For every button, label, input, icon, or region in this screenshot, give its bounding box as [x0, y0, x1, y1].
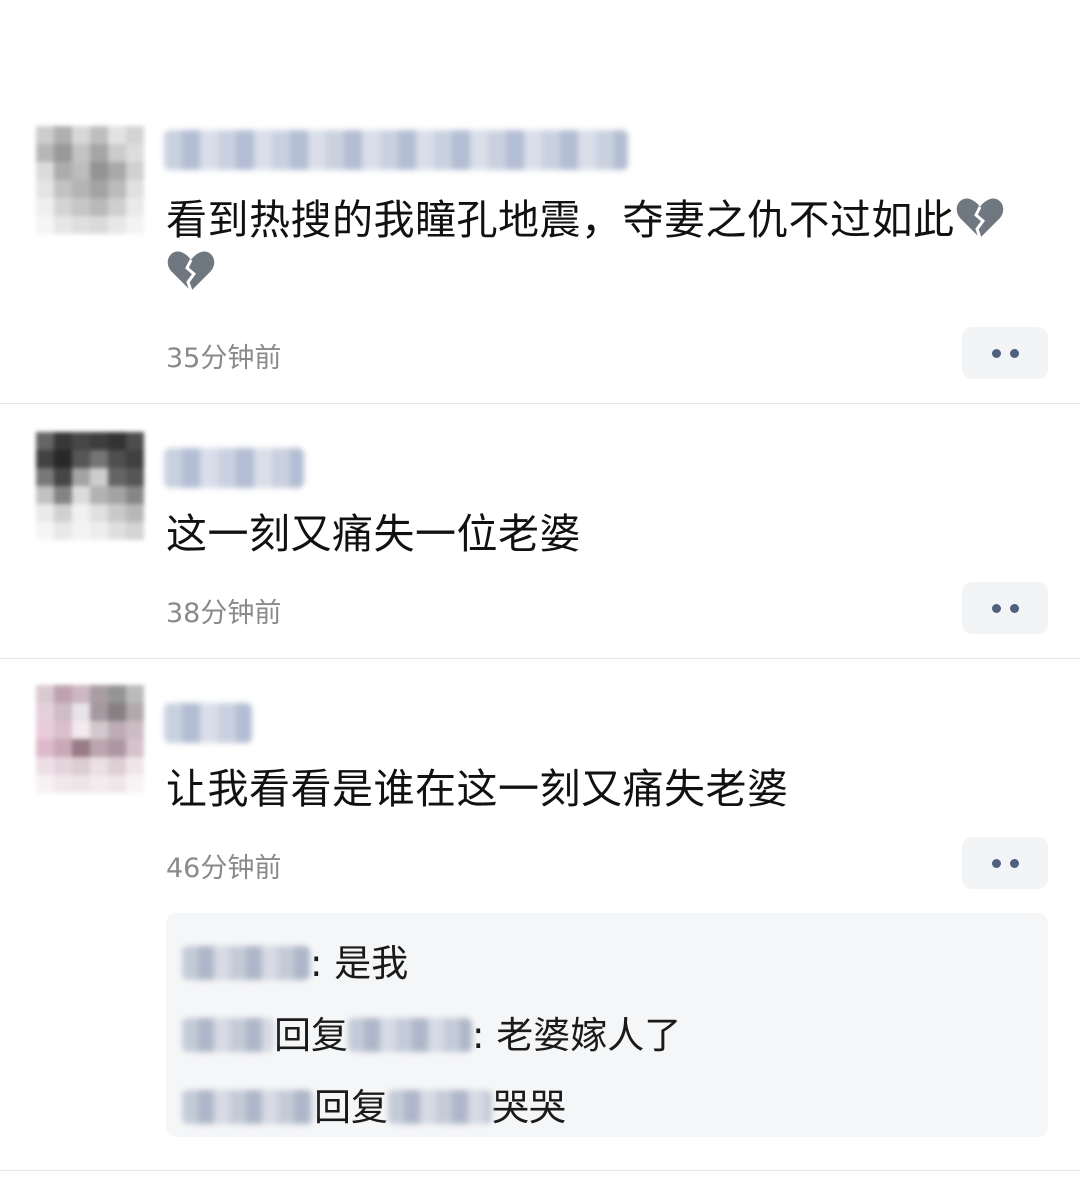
comment-text: 让我看看是谁在这一刻又痛失老婆 — [166, 765, 789, 813]
more-options-button[interactable] — [962, 837, 1048, 889]
comment-item: 这一刻又痛失一位老婆 38分钟前 — [0, 404, 1080, 658]
timestamp: 38分钟前 — [166, 598, 282, 629]
reply-username[interactable] — [182, 946, 310, 980]
dot-icon — [1009, 603, 1019, 613]
reply-target-username[interactable] — [348, 1018, 472, 1052]
divider — [0, 1170, 1080, 1171]
reply-item[interactable]: 回复 哭哭 — [182, 1077, 566, 1129]
reply-separator: : — [310, 942, 323, 985]
username[interactable] — [164, 130, 628, 170]
reply-username[interactable] — [182, 1090, 314, 1124]
dot-icon — [991, 603, 1001, 613]
reply-text: 老婆嫁人了 — [496, 1014, 682, 1057]
avatar[interactable] — [36, 432, 144, 540]
broken-heart-icon — [956, 198, 1003, 239]
reply-list[interactable]: : 是我 回复: 老婆嫁人了 回复 哭哭 — [166, 913, 1048, 1137]
dot-icon — [991, 348, 1001, 358]
reply-target-username[interactable] — [388, 1090, 492, 1124]
reply-username[interactable] — [182, 1018, 274, 1052]
reply-separator: : — [472, 1014, 485, 1057]
more-options-button[interactable] — [962, 327, 1048, 379]
reply-word: 回复 — [274, 1014, 348, 1057]
more-options-button[interactable] — [962, 582, 1048, 634]
reply-text: 是我 — [334, 942, 409, 985]
timestamp: 35分钟前 — [166, 343, 282, 374]
dot-icon — [991, 858, 1001, 868]
reply-item[interactable]: 回复: 老婆嫁人了 — [182, 1005, 681, 1057]
broken-heart-icon — [167, 251, 215, 292]
comment-text: 看到热搜的我瞳孔地震，夺妻之仇不过如此 — [166, 194, 1010, 300]
reply-word: 回复 — [314, 1086, 388, 1129]
avatar[interactable] — [36, 126, 144, 234]
comment-item: 看到热搜的我瞳孔地震，夺妻之仇不过如此 35分钟前 — [0, 0, 1080, 404]
dot-icon — [1009, 858, 1019, 868]
username[interactable] — [164, 703, 252, 743]
timestamp: 46分钟前 — [166, 853, 282, 884]
dot-icon — [1009, 348, 1019, 358]
username[interactable] — [164, 448, 304, 488]
reply-item[interactable]: : 是我 — [182, 933, 408, 985]
avatar[interactable] — [36, 685, 144, 793]
comment-text: 这一刻又痛失一位老婆 — [166, 510, 581, 558]
reply-text: 哭哭 — [492, 1086, 566, 1129]
